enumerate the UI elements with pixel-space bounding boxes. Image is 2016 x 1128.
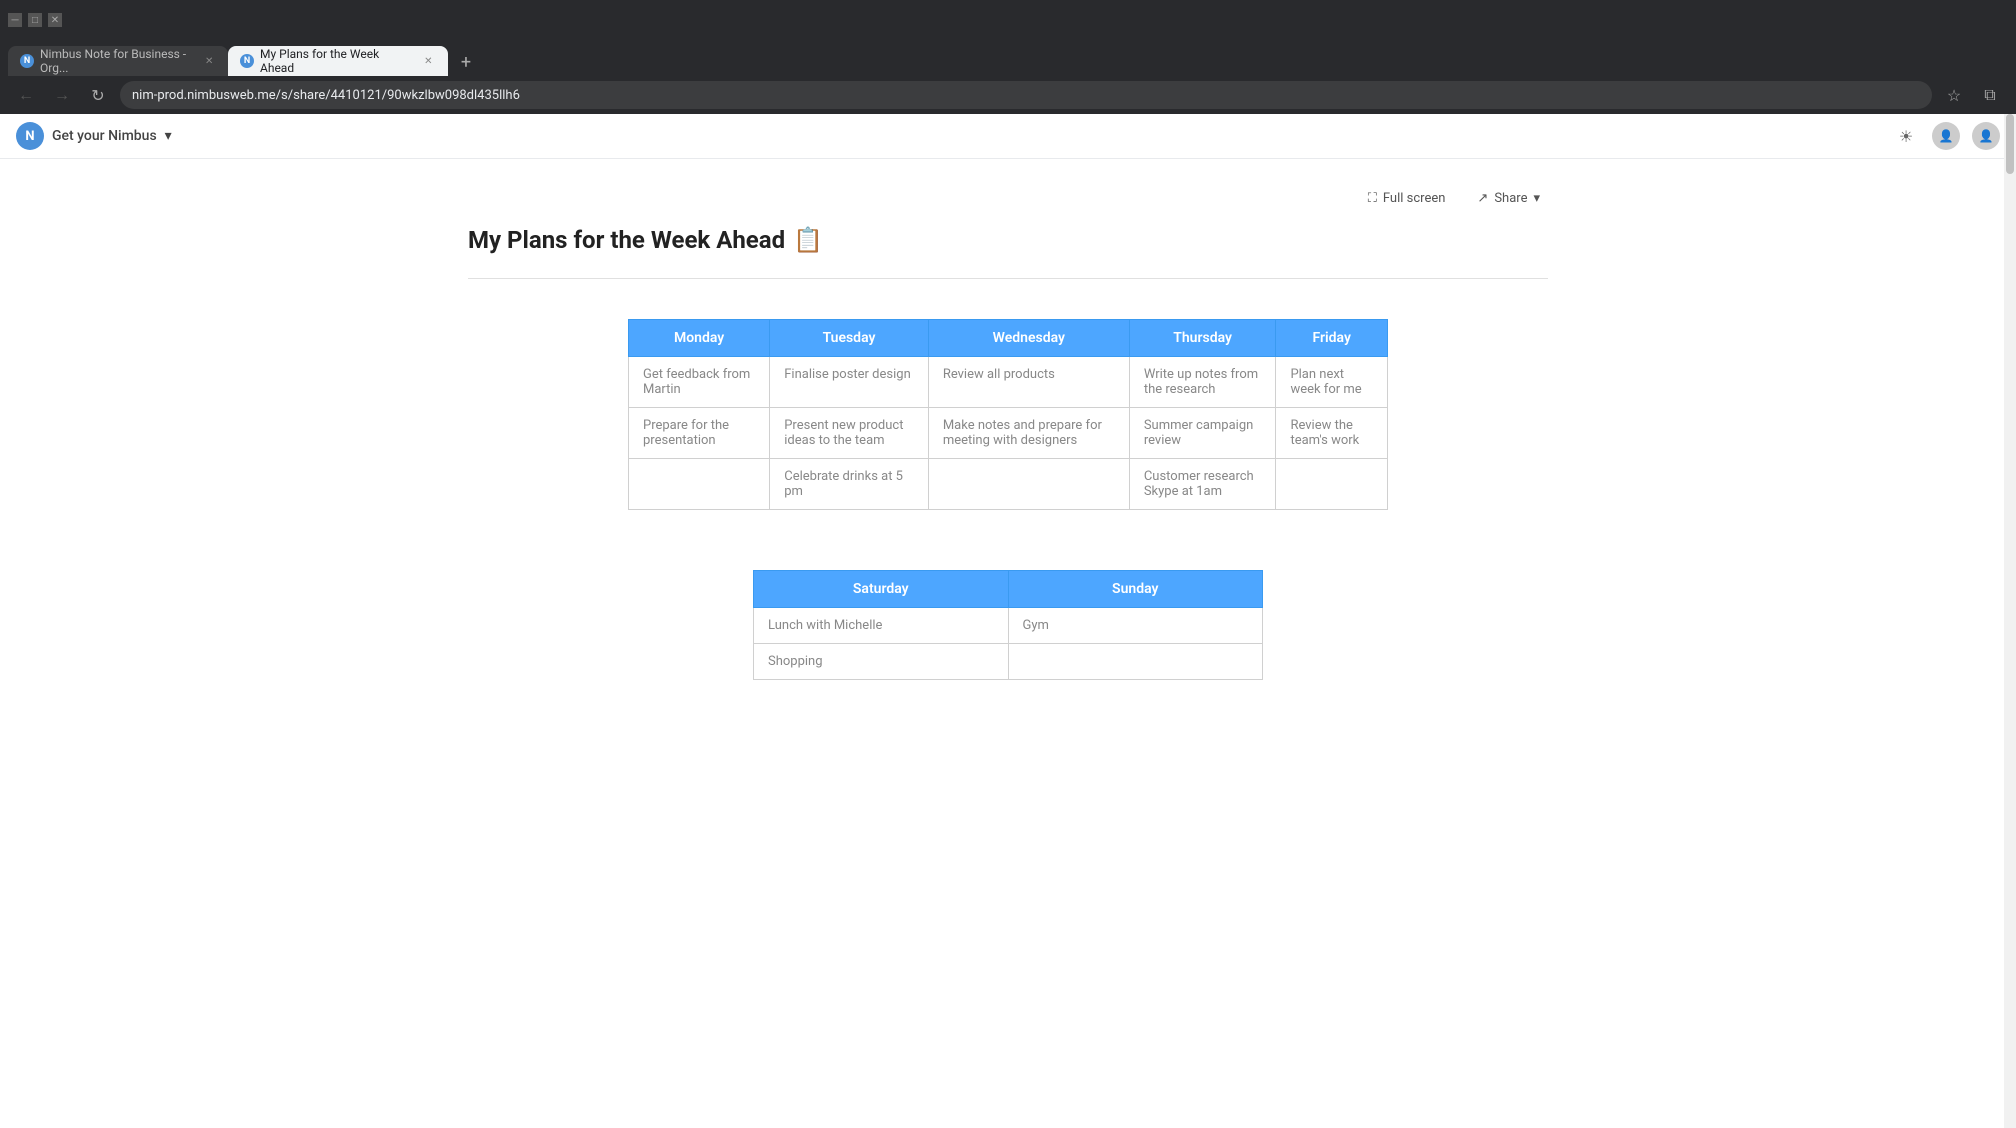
url-text: nim-prod.nimbusweb.me/s/share/4410121/90… xyxy=(132,88,520,103)
page-wrapper: N Get your Nimbus ▾ ☀ 👤 👤 ⛶ Full screen … xyxy=(0,114,2016,1128)
tab-2-label: My Plans for the Week Ahead xyxy=(260,47,411,75)
tab-2-close[interactable]: ✕ xyxy=(421,53,436,69)
tab-2-icon: N xyxy=(240,54,254,68)
back-button[interactable]: ← xyxy=(12,81,40,109)
share-dropdown-icon: ▾ xyxy=(1533,191,1540,206)
cell-fri-1: Plan next week for me xyxy=(1276,357,1388,408)
table-row: Celebrate drinks at 5 pm Customer resear… xyxy=(629,459,1388,510)
cell-thu-1: Write up notes from the research xyxy=(1129,357,1276,408)
scrollbar[interactable] xyxy=(2004,114,2016,1128)
table-row: Lunch with Michelle Gym xyxy=(754,608,1263,644)
weekday-table: Monday Tuesday Wednesday Thursday Friday… xyxy=(628,319,1388,510)
nimbus-brand[interactable]: N Get your Nimbus ▾ xyxy=(16,122,172,150)
avatar-1[interactable]: 👤 xyxy=(1932,122,1960,150)
share-icon: ↗ xyxy=(1477,191,1488,206)
table-row: Prepare for the presentation Present new… xyxy=(629,408,1388,459)
cell-wed-1: Review all products xyxy=(928,357,1129,408)
minimize-button[interactable]: ─ xyxy=(8,13,22,27)
tab-1-close[interactable]: ✕ xyxy=(202,53,216,69)
tab-1[interactable]: N Nimbus Note for Business - Org... ✕ xyxy=(8,46,228,76)
tab-1-label: Nimbus Note for Business - Org... xyxy=(40,47,192,75)
cell-thu-3: Customer research Skype at 1am xyxy=(1129,459,1276,510)
tab-bar: N Nimbus Note for Business - Org... ✕ N … xyxy=(0,40,2016,76)
header-tuesday: Tuesday xyxy=(770,320,929,357)
cell-sun-1: Gym xyxy=(1008,608,1263,644)
share-button[interactable]: ↗ Share ▾ xyxy=(1469,187,1548,210)
cell-mon-3 xyxy=(629,459,770,510)
share-label: Share xyxy=(1494,191,1527,206)
cell-tue-2: Present new product ideas to the team xyxy=(770,408,929,459)
avatar-2[interactable]: 👤 xyxy=(1972,122,2000,150)
header-wednesday: Wednesday xyxy=(928,320,1129,357)
cell-wed-2: Make notes and prepare for meeting with … xyxy=(928,408,1129,459)
weekday-header-row: Monday Tuesday Wednesday Thursday Friday xyxy=(629,320,1388,357)
brand-dropdown-icon: ▾ xyxy=(165,128,172,144)
tab-2[interactable]: N My Plans for the Week Ahead ✕ xyxy=(228,46,448,76)
cell-fri-2: Review the team's work xyxy=(1276,408,1388,459)
header-thursday: Thursday xyxy=(1129,320,1276,357)
cell-thu-2: Summer campaign review xyxy=(1129,408,1276,459)
address-bar[interactable]: nim-prod.nimbusweb.me/s/share/4410121/90… xyxy=(120,81,1932,109)
extensions-icon[interactable]: ⧉ xyxy=(1976,81,2004,109)
page-header: N Get your Nimbus ▾ ☀ 👤 👤 xyxy=(0,114,2016,159)
browser-chrome: ─ □ ✕ N Nimbus Note for Business - Org..… xyxy=(0,0,2016,114)
nimbus-logo: N xyxy=(16,122,44,150)
header-saturday: Saturday xyxy=(754,571,1009,608)
theme-toggle-icon[interactable]: ☀ xyxy=(1892,122,1920,150)
cell-tue-1: Finalise poster design xyxy=(770,357,929,408)
close-button[interactable]: ✕ xyxy=(48,13,62,27)
doc-title-icon: 📋 xyxy=(793,226,823,254)
scrollbar-thumb[interactable] xyxy=(2006,114,2014,174)
doc-title-text: My Plans for the Week Ahead xyxy=(468,226,785,254)
refresh-button[interactable]: ↻ xyxy=(84,81,112,109)
table-row: Get feedback from Martin Finalise poster… xyxy=(629,357,1388,408)
forward-button[interactable]: → xyxy=(48,81,76,109)
cell-mon-2: Prepare for the presentation xyxy=(629,408,770,459)
cell-mon-1: Get feedback from Martin xyxy=(629,357,770,408)
brand-label: Get your Nimbus xyxy=(52,128,157,144)
fullscreen-icon: ⛶ xyxy=(1368,191,1377,206)
weekend-table: Saturday Sunday Lunch with Michelle Gym … xyxy=(753,570,1263,680)
bookmark-icon[interactable]: ☆ xyxy=(1940,81,1968,109)
table-row: Shopping xyxy=(754,644,1263,680)
window-controls[interactable]: ─ □ ✕ xyxy=(8,13,62,27)
cell-sun-2 xyxy=(1008,644,1263,680)
cell-tue-3: Celebrate drinks at 5 pm xyxy=(770,459,929,510)
maximize-button[interactable]: □ xyxy=(28,13,42,27)
header-right: ☀ 👤 👤 xyxy=(1892,122,2000,150)
omnibar: ← → ↻ nim-prod.nimbusweb.me/s/share/4410… xyxy=(0,76,2016,114)
cell-fri-3 xyxy=(1276,459,1388,510)
content-area: ⛶ Full screen ↗ Share ▾ My Plans for the… xyxy=(408,159,1608,740)
page-actions: ⛶ Full screen ↗ Share ▾ xyxy=(468,179,1548,226)
doc-divider xyxy=(468,278,1548,279)
header-sunday: Sunday xyxy=(1008,571,1263,608)
cell-sat-1: Lunch with Michelle xyxy=(754,608,1009,644)
weekend-header-row: Saturday Sunday xyxy=(754,571,1263,608)
header-friday: Friday xyxy=(1276,320,1388,357)
omnibar-actions: ☆ ⧉ xyxy=(1940,81,2004,109)
fullscreen-button[interactable]: ⛶ Full screen xyxy=(1360,187,1454,210)
doc-title: My Plans for the Week Ahead 📋 xyxy=(468,226,1548,254)
tab-1-icon: N xyxy=(20,54,34,68)
title-bar: ─ □ ✕ xyxy=(0,0,2016,40)
header-monday: Monday xyxy=(629,320,770,357)
new-tab-button[interactable]: + xyxy=(452,48,480,76)
cell-wed-3 xyxy=(928,459,1129,510)
cell-sat-2: Shopping xyxy=(754,644,1009,680)
fullscreen-label: Full screen xyxy=(1383,191,1446,206)
